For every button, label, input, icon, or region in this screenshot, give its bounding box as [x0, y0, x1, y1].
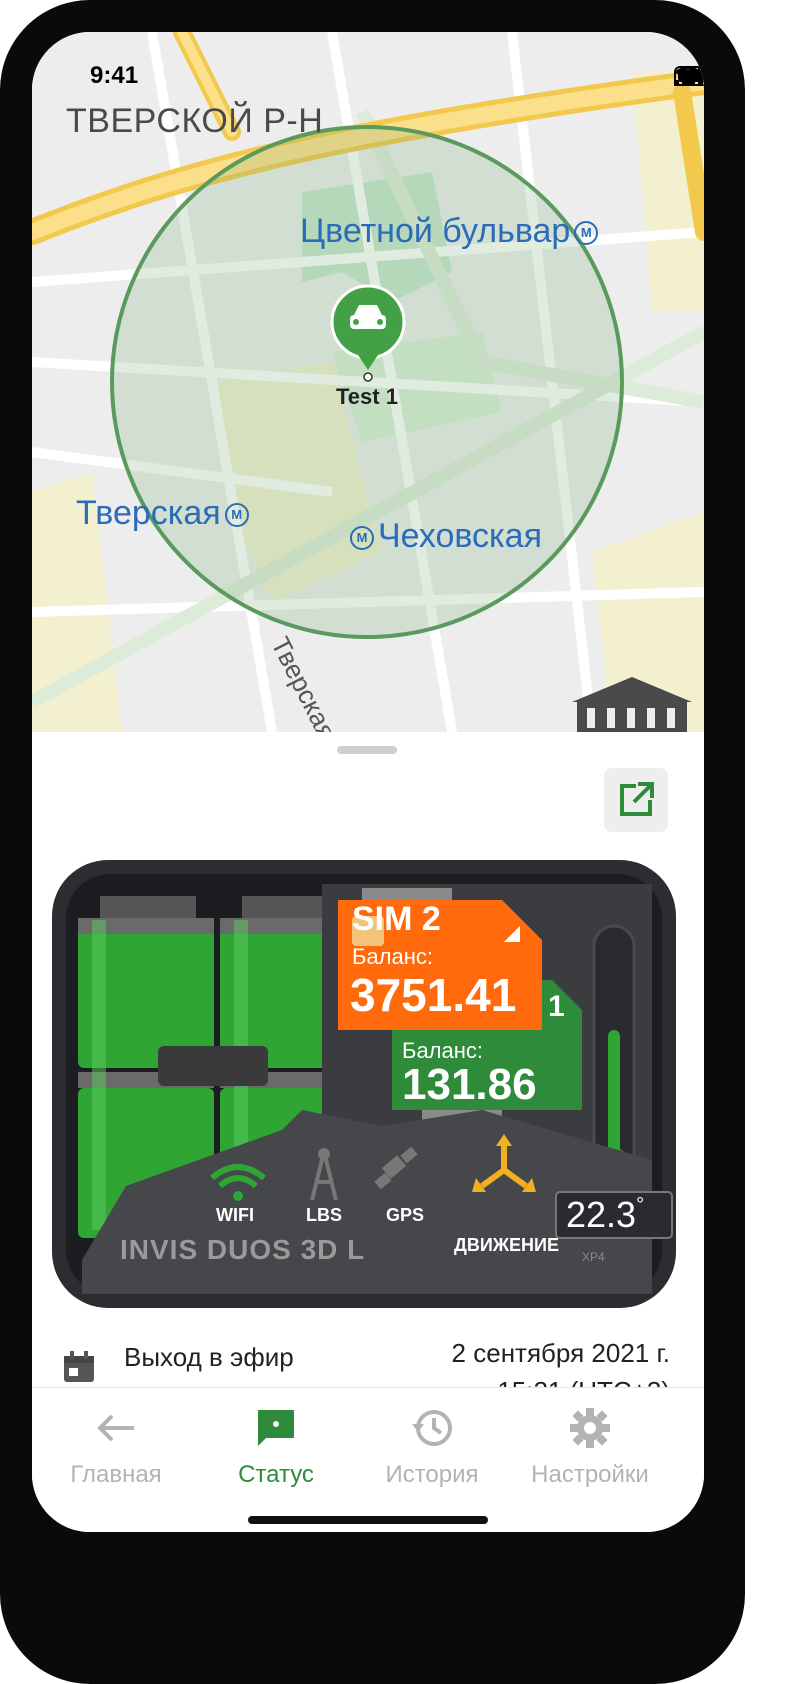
metro-label-tverskaya[interactable]: Тверская М: [76, 494, 253, 533]
tab-bar: Главная Статус История Настройки: [32, 1387, 704, 1532]
sim1-number: 1: [548, 990, 565, 1023]
metro-icon: М: [574, 221, 599, 246]
tab-settings-label: Настройки: [531, 1461, 649, 1488]
sim2-title: SIM 2: [352, 900, 441, 938]
home-indicator[interactable]: [248, 1516, 488, 1524]
gps-label: GPS: [386, 1205, 425, 1225]
history-icon: [412, 1410, 452, 1446]
metro-label-tsvetnoy[interactable]: Цветной бульвар М: [300, 212, 602, 251]
message-icon: [258, 1410, 294, 1446]
gear-icon: [570, 1408, 610, 1448]
device-illustration: SIM 2 Баланс: 3751.41 1 Баланс: 131.86 W…: [52, 860, 676, 1308]
tab-status[interactable]: Статус: [192, 1406, 360, 1489]
broadcast-date: 2 сентября 2021 г.: [451, 1338, 670, 1368]
sheet-handle[interactable]: [337, 746, 397, 754]
sim1-balance: 131.86: [402, 1060, 537, 1109]
temperature-value: 22.3°: [566, 1194, 645, 1235]
lbs-label: LBS: [306, 1205, 342, 1225]
screen: ТВЕРСКОЙ Р-Н Цветной бульвар М Тверская М …: [32, 32, 704, 1532]
arrow-left-icon: [97, 1414, 134, 1442]
share-button[interactable]: [604, 768, 668, 832]
side-button-lower: [737, 658, 745, 754]
status-bar: 9:41: [32, 32, 704, 92]
model-label: INVIS DUOS 3D L: [120, 1234, 366, 1265]
model-code: XP4: [582, 1250, 605, 1264]
tab-history-label: История: [385, 1461, 479, 1488]
status-time: 9:41: [90, 62, 139, 89]
tab-settings[interactable]: Настройки: [506, 1406, 674, 1489]
calendar-icon: [64, 1351, 94, 1382]
tab-home[interactable]: Главная: [32, 1406, 200, 1489]
marker-label[interactable]: Test 1: [336, 384, 398, 410]
metro-icon: М: [224, 503, 249, 528]
metro-icon: М: [350, 526, 374, 551]
broadcast-row: Выход в эфир 2 сентября 2021 г. 15:21 (U…: [32, 1332, 704, 1406]
broadcast-label: Выход в эфир: [124, 1342, 294, 1372]
metro-label-chekhovskaya[interactable]: М Чеховская: [346, 517, 542, 556]
battery-status-icon: [674, 66, 704, 86]
tab-status-label: Статус: [238, 1461, 314, 1488]
sim2-balance-label: Баланс:: [352, 944, 434, 969]
tab-home-label: Главная: [70, 1461, 162, 1488]
district-label: ТВЕРСКОЙ Р-Н: [66, 102, 324, 140]
external-link-icon: [620, 782, 654, 816]
motion-label: ДВИЖЕНИЕ: [454, 1235, 559, 1255]
map[interactable]: ТВЕРСКОЙ Р-Н Цветной бульвар М Тверская М …: [32, 32, 704, 732]
side-button: [737, 388, 745, 578]
phone-frame: ТВЕРСКОЙ Р-Н Цветной бульвар М Тверская М …: [0, 0, 745, 1684]
sim2-balance: 3751.41: [350, 969, 517, 1021]
wifi-label: WIFI: [216, 1205, 254, 1225]
tab-history[interactable]: История: [348, 1406, 516, 1489]
